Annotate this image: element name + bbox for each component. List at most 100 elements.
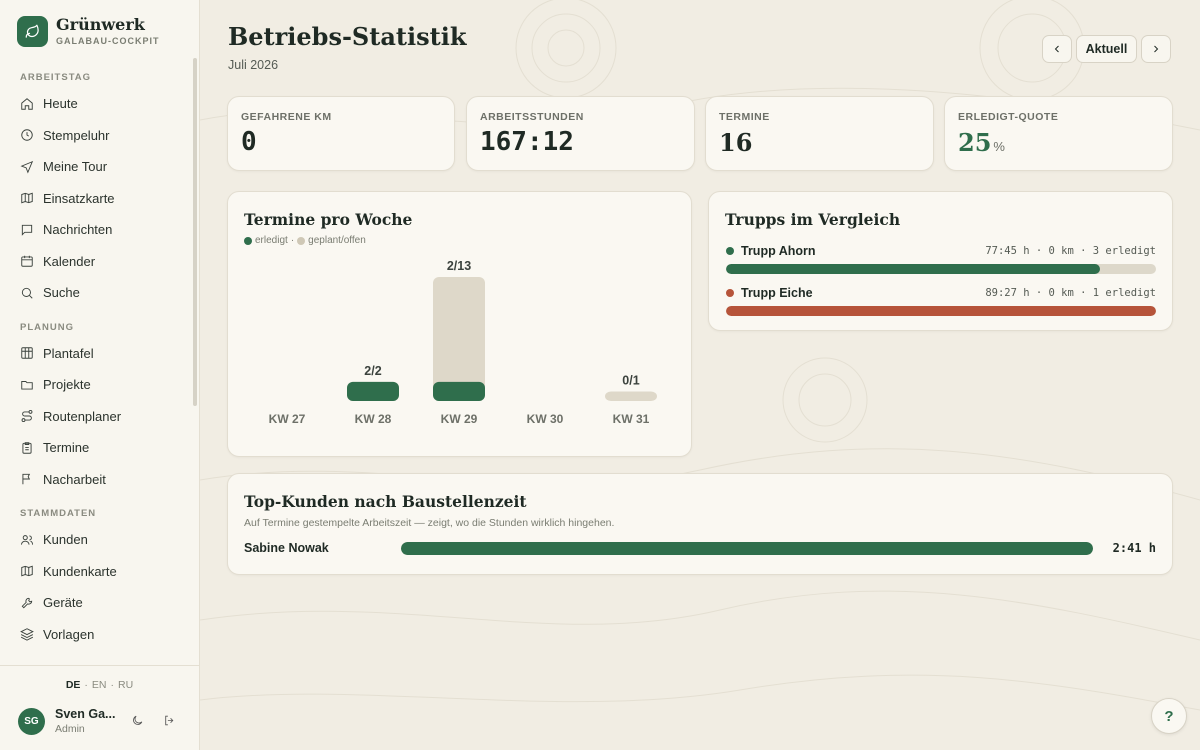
kpi-card-km: GEFAHRENE KM 0 — [227, 96, 455, 171]
customer-row[interactable]: Sabine Nowak 2:41 h — [244, 541, 1156, 555]
logout-icon[interactable] — [163, 714, 176, 727]
previous-period-button[interactable] — [1042, 35, 1072, 63]
lang-en[interactable]: EN — [92, 679, 107, 691]
kpi-label: ARBEITSSTUNDEN — [480, 111, 584, 123]
sidebar-item-label: Meine Tour — [43, 159, 108, 175]
team-progress-fill — [726, 264, 1101, 274]
team-color-dot — [726, 289, 734, 297]
card-title: Termine pro Woche — [244, 210, 413, 229]
teams-comparison-card: Trupps im Vergleich Trupp Ahorn 77:45 h … — [708, 191, 1173, 331]
sidebar-item-suche[interactable]: Suche — [0, 277, 192, 309]
page-title: Betriebs-Statistik — [228, 22, 467, 51]
kpi-unit: % — [993, 139, 1005, 154]
sidebar-item-geraete[interactable]: Geräte — [0, 587, 192, 619]
sidebar-item-routenplaner[interactable]: Routenplaner — [0, 401, 192, 433]
layers-icon — [20, 628, 34, 641]
sidebar-item-vorlagen[interactable]: Vorlagen — [0, 619, 192, 651]
next-period-button[interactable] — [1141, 35, 1171, 63]
sidebar-scrollbar[interactable] — [193, 58, 197, 406]
team-row[interactable]: Trupp Eiche 89:27 h · 0 km · 1 erledigt — [726, 285, 1156, 316]
kpi-value: 0 — [241, 127, 257, 157]
user-profile[interactable]: SG Sven Ga... Admin — [18, 707, 115, 735]
sidebar-item-label: Stempeluhr — [43, 127, 110, 143]
kpi-card-appointments: TERMINE 16 — [705, 96, 934, 171]
customer-time: 2:41 h — [1112, 541, 1156, 555]
team-row[interactable]: Trupp Ahorn 77:45 h · 0 km · 3 erledigt — [726, 243, 1156, 274]
moon-icon[interactable] — [131, 714, 144, 727]
wrench-icon — [21, 597, 33, 609]
legend-swatch-planned — [297, 236, 306, 245]
team-stats: 89:27 h · 0 km · 1 erledigt — [985, 287, 1156, 299]
team-progress-fill — [726, 306, 1156, 316]
team-progress-track — [726, 306, 1156, 316]
help-button[interactable]: ? — [1151, 698, 1187, 734]
nav-section-stammdaten: STAMMDATEN — [20, 508, 97, 519]
x-tick-label-1: KW 28 — [355, 412, 392, 426]
sidebar-item-label: Termine — [43, 440, 90, 456]
sidebar-item-projekte[interactable]: Projekte — [0, 369, 192, 401]
bar-data-label-1: 2/2 — [364, 364, 381, 378]
kpi-label: GEFAHRENE KM — [241, 111, 332, 123]
sidebar-item-label: Einsatzkarte — [43, 190, 115, 206]
sidebar-item-plantafel[interactable]: Plantafel — [0, 338, 192, 370]
sidebar-item-label: Suche — [43, 285, 80, 301]
current-period-button[interactable]: Aktuell — [1076, 35, 1137, 63]
bar-planned-4 — [605, 391, 657, 401]
lang-de[interactable]: DE — [66, 679, 81, 691]
customer-name: Sabine Nowak — [244, 541, 329, 555]
sidebar-item-stempeluhr[interactable]: Stempeluhr — [0, 120, 192, 152]
sidebar-footer: DE · EN · RU SG Sven Ga... Admin — [0, 665, 199, 750]
kpi-value: 16 — [719, 128, 753, 157]
sidebar-item-label: Heute — [43, 96, 78, 112]
sidebar-item-label: Projekte — [43, 377, 91, 393]
sidebar-item-meine-tour[interactable]: Meine Tour — [0, 151, 192, 183]
sidebar-item-label: Routenplaner — [43, 408, 122, 424]
kpi-card-completion-rate: ERLEDIGT-QUOTE 25% — [944, 96, 1173, 171]
nav-section-arbeitstag: ARBEITSTAG — [20, 72, 92, 83]
leaf-logo-icon — [17, 16, 48, 47]
period-navigation: Aktuell — [1042, 35, 1171, 63]
weekly-appointments-card: Termine pro Woche erledigt · geplant/off… — [227, 191, 692, 457]
users-icon — [20, 534, 34, 545]
navigation-icon — [20, 160, 34, 174]
sidebar-item-nacharbeit[interactable]: Nacharbeit — [0, 464, 192, 496]
sidebar-item-label: Nacharbeit — [43, 471, 106, 487]
sidebar-item-label: Kunden — [43, 532, 88, 548]
chevron-right-icon — [1154, 45, 1159, 53]
sidebar-nav: ARBEITSTAG Heute Stempeluhr Meine Tour E… — [0, 68, 192, 650]
app-name: Grünwerk — [56, 15, 145, 34]
customer-time-track — [401, 541, 1093, 555]
x-tick-label-4: KW 31 — [613, 412, 650, 426]
home-icon — [21, 97, 33, 110]
sidebar-item-einsatzkarte[interactable]: Einsatzkarte — [0, 183, 192, 215]
sidebar-item-label: Geräte — [43, 595, 83, 611]
sidebar-item-nachrichten[interactable]: Nachrichten — [0, 214, 192, 246]
sidebar-item-kalender[interactable]: Kalender — [0, 246, 192, 278]
sidebar-item-label: Vorlagen — [43, 626, 95, 642]
team-name: Trupp Eiche — [741, 286, 813, 300]
x-tick-label-2: KW 29 — [441, 412, 478, 426]
flag-icon — [22, 474, 31, 485]
sidebar-item-label: Kalender — [43, 253, 96, 269]
clipboard-icon — [22, 442, 32, 454]
kpi-label: ERLEDIGT-QUOTE — [958, 111, 1059, 123]
sidebar-item-heute[interactable]: Heute — [0, 88, 192, 120]
bar-data-label-4: 0/1 — [622, 373, 639, 387]
card-title: Trupps im Vergleich — [725, 210, 901, 229]
lang-ru[interactable]: RU — [118, 679, 133, 691]
sidebar: Grünwerk GALABAU-COCKPIT ARBEITSTAG Heut… — [0, 0, 200, 750]
legend-swatch-done — [244, 236, 252, 245]
kpi-value: 25% — [958, 128, 1005, 157]
customer-time-fill — [401, 541, 1093, 555]
bar-data-label-2: 2/13 — [447, 259, 471, 273]
sidebar-item-label: Kundenkarte — [43, 563, 117, 579]
sidebar-item-termine[interactable]: Termine — [0, 432, 192, 464]
team-progress-track — [726, 264, 1156, 274]
sidebar-item-kunden[interactable]: Kunden — [0, 524, 192, 556]
brand[interactable]: Grünwerk GALABAU-COCKPIT — [17, 16, 160, 47]
kpi-number: 25 — [958, 128, 992, 157]
sidebar-item-kundenkarte[interactable]: Kundenkarte — [0, 556, 192, 588]
card-subtitle: Auf Termine gestempelte Arbeitszeit — ze… — [244, 517, 615, 529]
team-name: Trupp Ahorn — [741, 244, 816, 258]
legend-separator: · — [290, 235, 295, 246]
